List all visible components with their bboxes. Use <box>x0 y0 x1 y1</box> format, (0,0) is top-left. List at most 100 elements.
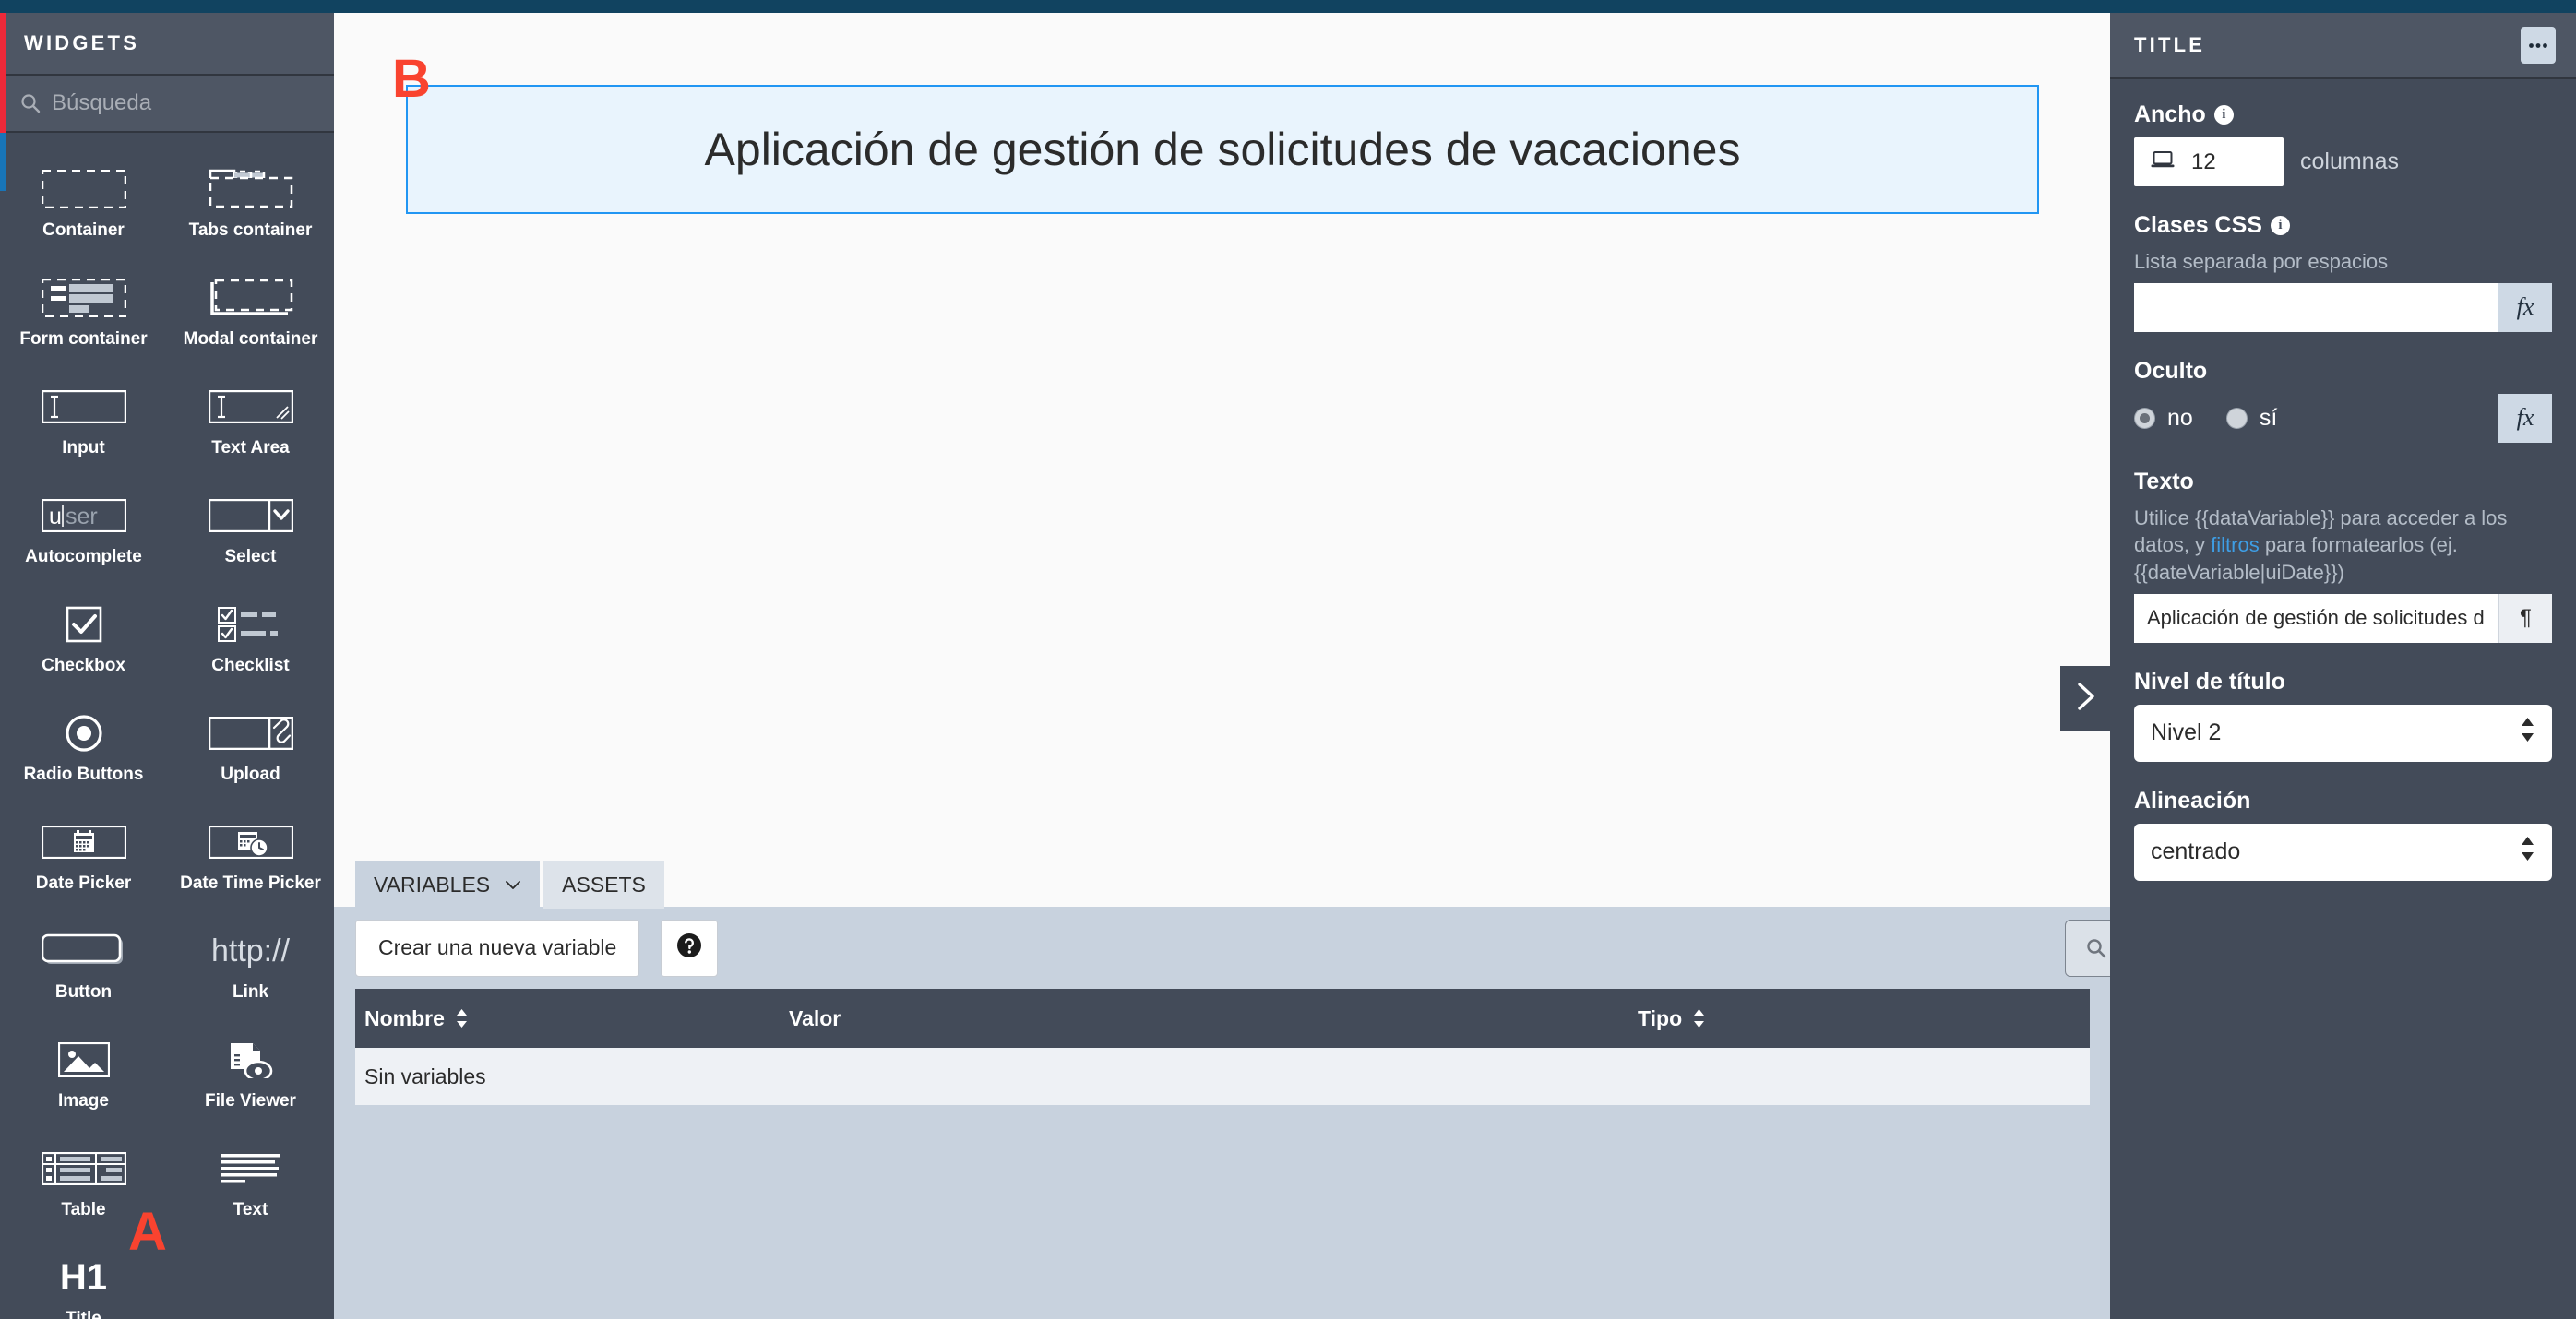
texto-input[interactable] <box>2134 593 2498 643</box>
widget-item-date-time-picker[interactable]: Date Time Picker <box>167 802 334 911</box>
variables-table-header: Nombre Valor Tipo <box>355 989 2090 1048</box>
oculto-radio-si-label: sí <box>2259 404 2278 431</box>
widget-item-text[interactable]: Text <box>167 1129 334 1238</box>
widget-item-autocomplete[interactable]: u ser Autocomplete <box>0 476 167 585</box>
widget-label: Date Picker <box>35 873 132 893</box>
sort-icon <box>1692 1008 1706 1028</box>
widget-item-form-container[interactable]: Form container <box>0 258 167 367</box>
table-icon <box>41 1142 126 1195</box>
property-group-clases-css: Clases CSS i Lista separada por espacios… <box>2134 212 2552 332</box>
pilcrow-icon[interactable]: ¶ <box>2498 593 2552 643</box>
widget-item-button[interactable]: Button <box>0 911 167 1020</box>
clases-css-fx-button[interactable]: fx <box>2498 282 2552 332</box>
filtros-link[interactable]: filtros <box>2211 533 2260 556</box>
variables-empty-message: Sin variables <box>364 1064 486 1088</box>
nivel-titulo-label: Nivel de título <box>2134 668 2285 695</box>
widget-item-title[interactable]: H1 Title <box>0 1238 167 1319</box>
oculto-radio-no[interactable]: no <box>2134 405 2193 432</box>
widget-search-field[interactable]: Búsqueda <box>0 76 334 133</box>
column-header-valor: Valor <box>789 1006 1638 1031</box>
clases-css-field-row: fx <box>2134 282 2552 332</box>
sort-icon <box>455 1008 469 1028</box>
widget-item-table[interactable]: Table <box>0 1129 167 1238</box>
widget-item-radio-buttons[interactable]: Radio Buttons <box>0 694 167 802</box>
widget-item-modal-container[interactable]: Modal container <box>167 258 334 367</box>
alineacion-select[interactable]: centrado <box>2134 823 2552 881</box>
column-header-label: Nombre <box>364 1005 445 1030</box>
widget-item-upload[interactable]: Upload <box>167 694 334 802</box>
select-icon <box>208 489 293 542</box>
properties-menu-button[interactable] <box>2521 27 2556 64</box>
checkbox-icon <box>66 598 102 651</box>
widget-label: Container <box>42 220 125 240</box>
variables-table: Nombre Valor Tipo Sin variables <box>355 989 2090 1105</box>
column-header-label: Valor <box>789 1005 841 1030</box>
canvas-title-widget[interactable]: Aplicación de gestión de solicitudes de … <box>406 85 2039 214</box>
tab-assets[interactable]: ASSETS <box>543 861 664 909</box>
widget-item-container[interactable]: Container <box>0 149 167 258</box>
nivel-titulo-select[interactable]: Nivel 2 <box>2134 704 2552 762</box>
alineacion-label: Alineación <box>2134 787 2251 814</box>
title-icon: H1 <box>60 1251 107 1304</box>
column-header-label: Tipo <box>1638 1005 1683 1030</box>
widget-item-date-picker[interactable]: Date Picker <box>0 802 167 911</box>
clases-css-input[interactable] <box>2134 282 2498 332</box>
ancho-row: 12 columnas <box>2134 137 2552 186</box>
properties-panel: TITLE Ancho i 12 columnas Clases CSS i L… <box>2110 13 2576 1319</box>
date-picker-icon <box>41 815 126 869</box>
ancho-label: Ancho <box>2134 101 2206 127</box>
widget-search-placeholder: Búsqueda <box>52 90 152 115</box>
search-icon <box>20 93 41 113</box>
widget-item-tabs-container[interactable]: Tabs container <box>167 149 334 258</box>
ancho-input[interactable]: 12 <box>2134 137 2284 186</box>
widget-label: Button <box>54 982 113 1002</box>
widget-item-checkbox[interactable]: Checkbox <box>0 585 167 694</box>
widget-item-image[interactable]: Image <box>0 1020 167 1129</box>
widget-label: Table <box>61 1200 106 1219</box>
widget-grid: Container Tabs container Form container … <box>0 133 334 1319</box>
create-variable-button[interactable]: Crear una nueva variable <box>355 919 640 977</box>
widget-label: Form container <box>19 329 148 349</box>
autocomplete-icon: u ser <box>41 489 126 542</box>
clases-css-label-row: Clases CSS i <box>2134 212 2552 239</box>
ancho-value: 12 <box>2191 149 2216 174</box>
right-panel-collapse-toggle[interactable] <box>2060 666 2111 731</box>
property-group-oculto: Oculto no sí fx <box>2134 358 2552 443</box>
oculto-row: no sí fx <box>2134 393 2552 443</box>
column-header-tipo[interactable]: Tipo <box>1638 1006 2081 1031</box>
input-icon <box>41 380 126 434</box>
widget-label: File Viewer <box>205 1091 296 1111</box>
canvas-title-text: Aplicación de gestión de solicitudes de … <box>704 124 1741 175</box>
column-header-nombre[interactable]: Nombre <box>355 1006 789 1031</box>
button-icon <box>41 924 126 978</box>
radio-selected-icon <box>2134 407 2155 429</box>
oculto-radio-si[interactable]: sí <box>2225 404 2278 432</box>
properties-panel-title: TITLE <box>2134 33 2206 56</box>
variables-help-button[interactable] <box>661 919 719 977</box>
info-icon[interactable]: i <box>2270 216 2290 235</box>
widget-item-select[interactable]: Select <box>167 476 334 585</box>
help-circle-icon <box>676 933 702 963</box>
widget-label: Checklist <box>211 656 290 675</box>
widget-item-link[interactable]: http:// Link <box>167 911 334 1020</box>
app-top-accent-bar <box>0 0 2576 13</box>
ancho-units-label: columnas <box>2300 149 2399 174</box>
link-icon-glyph: http:// <box>210 933 291 968</box>
chevron-down-icon <box>505 880 521 890</box>
widget-item-input[interactable]: Input <box>0 367 167 476</box>
stepper-arrows-icon <box>2520 835 2535 869</box>
bottom-panel: VARIABLES ASSETS Crear una nueva variabl… <box>334 853 2429 1319</box>
widget-item-checklist[interactable]: Checklist <box>167 585 334 694</box>
widget-label: Modal container <box>183 329 318 349</box>
svg-text:u: u <box>49 504 62 529</box>
info-icon[interactable]: i <box>2213 105 2234 125</box>
oculto-fx-button[interactable]: fx <box>2498 393 2552 443</box>
radio-unselected-icon <box>2225 407 2248 429</box>
widget-label: Input <box>62 438 105 457</box>
widget-label: Radio Buttons <box>23 765 144 784</box>
widget-item-text-area[interactable]: Text Area <box>167 367 334 476</box>
sidebar-accent-blue <box>0 133 6 191</box>
tab-variables[interactable]: VARIABLES <box>355 861 541 909</box>
widget-item-file-viewer[interactable]: File Viewer <box>167 1020 334 1129</box>
clases-css-label: Clases CSS <box>2134 212 2262 238</box>
